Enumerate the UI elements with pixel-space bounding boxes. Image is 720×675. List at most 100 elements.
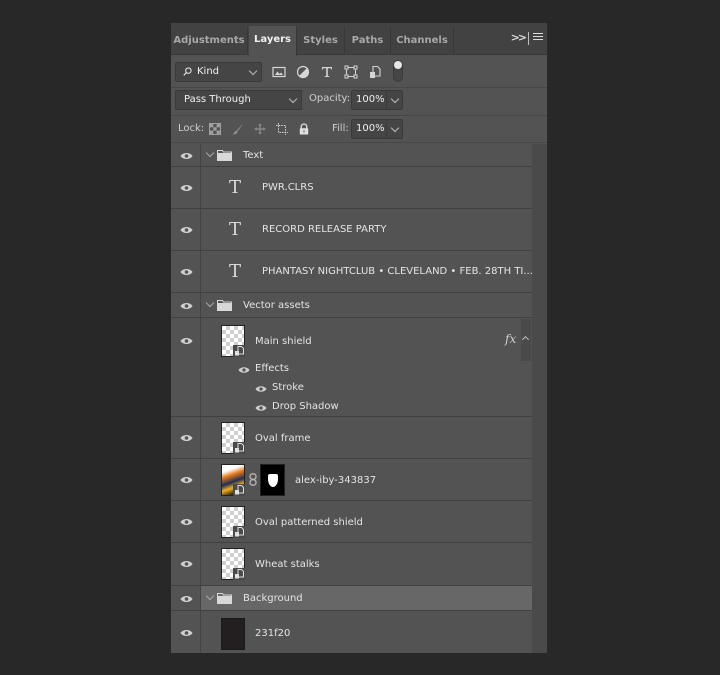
smart-object-filter-icon[interactable] bbox=[368, 65, 382, 79]
eye-icon[interactable] bbox=[238, 366, 250, 374]
layers-panel: Adjustments Layers Styles Paths Channels… bbox=[171, 23, 548, 653]
layer-row-smart-object[interactable]: Wheat stalks bbox=[171, 543, 532, 586]
folder-icon bbox=[217, 300, 232, 311]
layer-row-text[interactable]: T PHANTASY NIGHTCLUB • CLEVELAND • FEB. … bbox=[171, 251, 533, 293]
layer-mask-thumbnail[interactable] bbox=[260, 464, 285, 496]
type-layer-filter-icon[interactable] bbox=[320, 65, 334, 79]
shape-layer-filter-icon[interactable] bbox=[344, 65, 358, 79]
adjustment-layer-filter-icon[interactable] bbox=[296, 65, 310, 79]
panel-tab-bar: Adjustments Layers Styles Paths Channels… bbox=[171, 23, 547, 56]
lock-label: Lock: bbox=[178, 123, 205, 134]
visibility-toggle[interactable] bbox=[171, 144, 201, 166]
visibility-toggle[interactable] bbox=[171, 318, 201, 416]
visibility-toggle[interactable] bbox=[171, 543, 201, 585]
double-chevron-right-icon[interactable]: >> bbox=[511, 31, 528, 44]
layer-name: 231f20 bbox=[255, 628, 291, 639]
layer-name: Oval patterned shield bbox=[255, 517, 363, 528]
filter-kind-label: Kind bbox=[197, 66, 220, 77]
layer-name: Text bbox=[243, 150, 264, 161]
visibility-toggle[interactable] bbox=[171, 501, 201, 542]
lock-all-icon[interactable] bbox=[298, 123, 310, 135]
layer-name: Wheat stalks bbox=[255, 559, 320, 570]
visibility-toggle[interactable] bbox=[171, 611, 201, 653]
chevron-down-icon[interactable] bbox=[390, 123, 400, 133]
eye-icon bbox=[180, 519, 193, 525]
eye-icon bbox=[180, 269, 193, 275]
fill-value: 100% bbox=[356, 123, 385, 134]
opacity-input[interactable]: 100% bbox=[351, 90, 403, 110]
layer-thumbnail bbox=[221, 506, 245, 538]
folder-icon bbox=[217, 150, 232, 161]
layer-thumbnail bbox=[221, 325, 245, 357]
chevron-down-icon[interactable] bbox=[205, 148, 215, 158]
layer-row-smart-object[interactable]: Oval patterned shield bbox=[171, 501, 532, 543]
search-icon bbox=[183, 67, 192, 76]
lock-image-pixels-icon[interactable] bbox=[232, 123, 244, 135]
lock-transparent-pixels-icon[interactable] bbox=[209, 123, 221, 135]
visibility-toggle[interactable] bbox=[171, 167, 201, 208]
hamburger-menu-icon[interactable] bbox=[533, 33, 543, 42]
toggle-knob bbox=[394, 61, 402, 69]
tab-channels[interactable]: Channels bbox=[391, 27, 454, 55]
smart-object-badge-icon bbox=[233, 568, 245, 580]
eye-icon bbox=[180, 630, 193, 636]
eye-icon bbox=[180, 185, 193, 191]
eye-icon bbox=[180, 227, 193, 233]
eye-icon bbox=[180, 596, 193, 602]
chevron-down-icon[interactable] bbox=[205, 298, 215, 308]
effects-label[interactable]: Effects bbox=[255, 363, 289, 374]
layer-row-main-shield[interactable]: Main shield fx Effects Stroke Drop Shado… bbox=[171, 318, 532, 417]
chevron-down-icon[interactable] bbox=[205, 591, 215, 601]
blend-mode-select[interactable]: Pass Through bbox=[175, 90, 302, 110]
lock-position-icon[interactable] bbox=[254, 123, 266, 135]
layers-scrollbar[interactable] bbox=[532, 144, 547, 653]
eye-icon bbox=[180, 338, 193, 344]
chevron-down-icon bbox=[288, 94, 298, 104]
fx-icon[interactable]: fx bbox=[505, 332, 516, 346]
visibility-toggle[interactable] bbox=[171, 459, 201, 500]
fill-input[interactable]: 100% bbox=[351, 119, 403, 139]
pixel-layer-filter-icon[interactable] bbox=[272, 65, 286, 79]
type-layer-icon: T bbox=[229, 219, 242, 240]
layer-thumbnail bbox=[221, 422, 245, 454]
folder-icon bbox=[217, 593, 232, 604]
visibility-toggle[interactable] bbox=[171, 209, 201, 250]
smart-object-badge-icon bbox=[233, 526, 245, 538]
chevron-down-icon[interactable] bbox=[390, 94, 400, 104]
layer-row-smart-object[interactable]: Oval frame bbox=[171, 417, 532, 459]
filter-toggle[interactable] bbox=[393, 60, 403, 82]
visibility-toggle[interactable] bbox=[171, 251, 201, 292]
visibility-toggle[interactable] bbox=[171, 586, 201, 610]
layer-name: PWR.CLRS bbox=[262, 182, 314, 193]
effect-stroke[interactable]: Stroke bbox=[272, 382, 304, 393]
type-layer-icon: T bbox=[229, 261, 242, 282]
layer-row-text[interactable]: T PWR.CLRS bbox=[171, 167, 532, 209]
lock-artboard-icon[interactable] bbox=[276, 123, 288, 135]
effect-drop-shadow[interactable]: Drop Shadow bbox=[272, 401, 339, 412]
layer-thumbnail bbox=[221, 464, 245, 496]
chevron-down-icon bbox=[248, 66, 258, 76]
chain-link-icon[interactable] bbox=[249, 473, 257, 486]
blend-mode-value: Pass Through bbox=[184, 94, 251, 105]
eye-icon bbox=[180, 477, 193, 483]
eye-icon[interactable] bbox=[255, 385, 267, 393]
layer-row-text[interactable]: T RECORD RELEASE PARTY bbox=[171, 209, 532, 251]
collapse-effects-toggle[interactable] bbox=[521, 319, 531, 361]
layer-row-masked-smart-object[interactable]: alex-iby-343837 bbox=[171, 459, 532, 501]
visibility-toggle[interactable] bbox=[171, 293, 201, 317]
eye-icon bbox=[180, 303, 193, 309]
layer-row-fill[interactable]: 231f20 bbox=[171, 611, 532, 653]
opacity-label: Opacity: bbox=[309, 93, 351, 104]
tab-styles[interactable]: Styles bbox=[297, 27, 345, 55]
eye-icon[interactable] bbox=[255, 404, 267, 412]
tab-paths[interactable]: Paths bbox=[345, 27, 391, 55]
tab-layers[interactable]: Layers bbox=[249, 26, 297, 56]
filter-kind-select[interactable]: Kind bbox=[175, 62, 262, 82]
tab-divider bbox=[528, 32, 529, 45]
layer-name: PHANTASY NIGHTCLUB • CLEVELAND • FEB. 28… bbox=[262, 266, 533, 277]
tab-adjustments[interactable]: Adjustments bbox=[171, 27, 248, 55]
visibility-toggle[interactable] bbox=[171, 417, 201, 458]
layer-group-vector-assets[interactable]: Vector assets bbox=[171, 293, 532, 318]
layer-group-text[interactable]: Text bbox=[171, 144, 532, 167]
layer-group-background[interactable]: Background bbox=[171, 586, 532, 611]
